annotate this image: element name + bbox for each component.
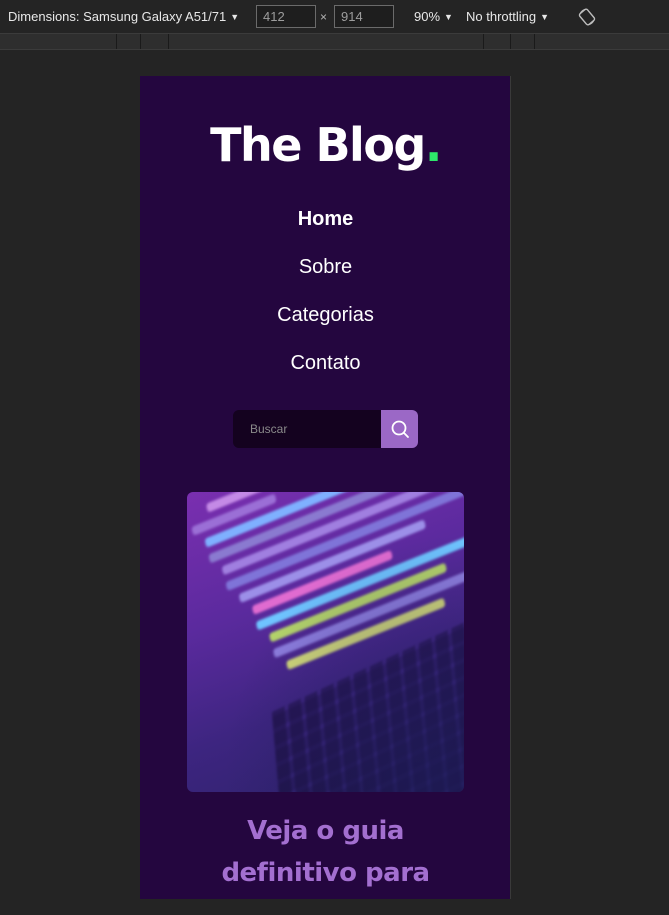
zoom-select[interactable]: 90% ▼ xyxy=(414,9,453,24)
search-icon xyxy=(391,420,409,438)
nav-item-contato[interactable]: Contato xyxy=(140,348,510,396)
device-select[interactable]: Dimensions: Samsung Galaxy A51/71 ▼ xyxy=(8,9,239,24)
chevron-down-icon: ▼ xyxy=(230,12,240,22)
logo-text: The Blog xyxy=(210,118,426,172)
headline-line-1: Veja o guia xyxy=(247,816,404,846)
throttling-label: No throttling xyxy=(466,9,537,24)
headline-line-2: definitivo para xyxy=(221,858,430,888)
site-logo[interactable]: The Blog. xyxy=(140,118,510,172)
width-input[interactable] xyxy=(256,5,316,28)
chevron-down-icon: ▼ xyxy=(540,12,550,22)
nav-item-sobre[interactable]: Sobre xyxy=(140,252,510,300)
device-label: Dimensions: Samsung Galaxy A51/71 xyxy=(8,9,227,24)
post-headline[interactable]: Veja o guia definitivo para xyxy=(140,810,510,894)
device-toolbar: Dimensions: Samsung Galaxy A51/71▼ × 90%… xyxy=(0,0,669,33)
height-input[interactable] xyxy=(334,5,394,28)
search-input[interactable] xyxy=(233,410,383,448)
chevron-down-icon: ▼ xyxy=(444,12,453,22)
nav-item-categorias[interactable]: Categorias xyxy=(140,300,510,348)
throttling-select[interactable]: No throttling ▼ xyxy=(466,9,549,24)
logo-dot: . xyxy=(424,118,442,172)
nav-item-home[interactable]: Home xyxy=(140,204,510,252)
media-query-ruler xyxy=(0,33,669,50)
zoom-label: 90% xyxy=(414,9,441,24)
hero-image[interactable] xyxy=(187,492,464,792)
search-form xyxy=(233,410,418,448)
times-sign: × xyxy=(320,10,328,24)
search-button[interactable] xyxy=(381,410,418,448)
device-viewport: The Blog. Home Sobre Categorias Contato xyxy=(140,76,511,899)
main-nav: Home Sobre Categorias Contato xyxy=(140,204,510,396)
rotate-icon[interactable] xyxy=(578,8,596,26)
